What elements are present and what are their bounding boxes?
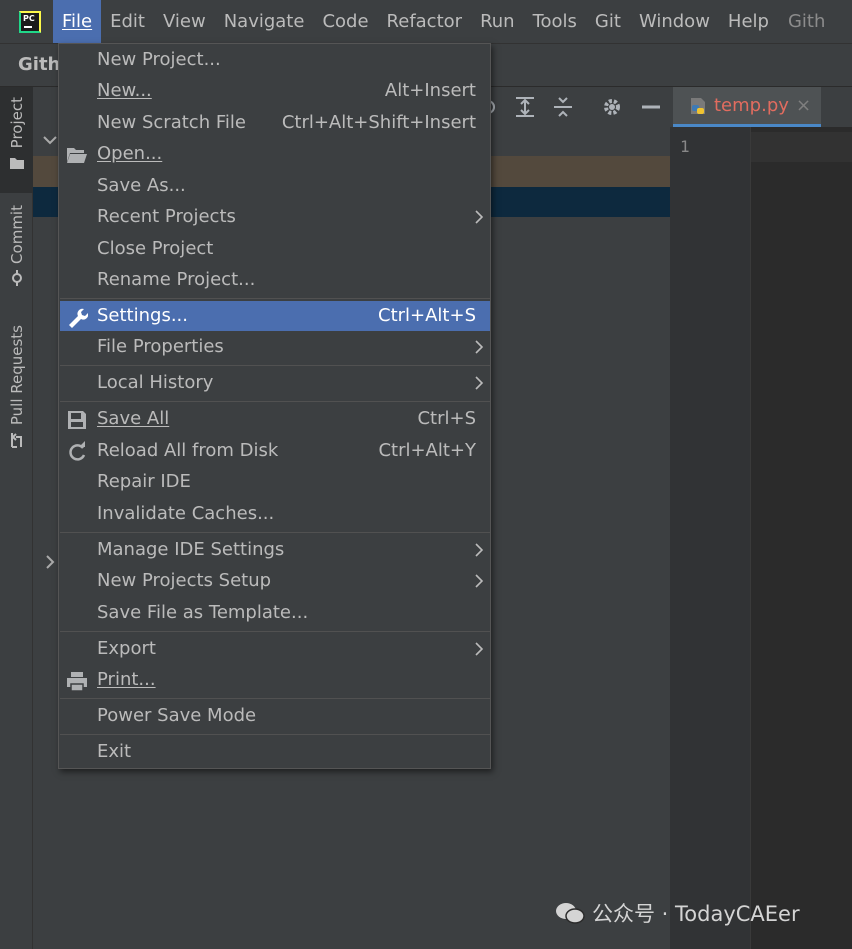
menu-separator bbox=[60, 401, 490, 402]
menu-item-print[interactable]: Print... bbox=[60, 665, 490, 695]
tab-label: temp.py bbox=[714, 95, 789, 116]
menu-item-repair-ide[interactable]: Repair IDE bbox=[60, 467, 490, 497]
submenu-arrow-icon bbox=[475, 210, 484, 224]
python-file-icon bbox=[691, 98, 705, 114]
commit-icon bbox=[11, 269, 22, 286]
tool-tab-commit[interactable]: Commit bbox=[0, 205, 33, 301]
expand-all-icon[interactable] bbox=[513, 95, 537, 119]
menu-item-file-properties[interactable]: File Properties bbox=[60, 332, 490, 362]
left-tool-strip: Project Commit Pull Requests bbox=[0, 87, 33, 949]
tool-tab-commit-label: Commit bbox=[7, 205, 26, 264]
menu-item-save-all[interactable]: Save All Ctrl+S bbox=[60, 404, 490, 434]
menu-item-save-as[interactable]: Save As... bbox=[60, 171, 490, 201]
menu-item-exit[interactable]: Exit bbox=[60, 737, 490, 767]
collapse-all-icon[interactable] bbox=[551, 95, 575, 119]
menu-separator bbox=[60, 734, 490, 735]
menu-item-rename-project[interactable]: Rename Project... bbox=[60, 265, 490, 295]
submenu-arrow-icon bbox=[475, 642, 484, 656]
save-icon bbox=[68, 411, 86, 429]
menu-item-close-project[interactable]: Close Project bbox=[60, 234, 490, 264]
watermark-text: 公众号 · TodayCAEer bbox=[592, 902, 800, 926]
gear-icon[interactable] bbox=[600, 95, 624, 119]
menu-code[interactable]: Code bbox=[313, 0, 377, 43]
menu-item-local-history[interactable]: Local History bbox=[60, 368, 490, 398]
tool-tab-project[interactable]: Project bbox=[0, 87, 33, 193]
submenu-arrow-icon bbox=[475, 574, 484, 588]
menu-item-new-scratch-file[interactable]: New Scratch File Ctrl+Alt+Shift+Insert bbox=[60, 108, 490, 138]
tool-tab-pull-requests-label: Pull Requests bbox=[7, 325, 26, 426]
chevron-down-icon[interactable] bbox=[43, 135, 57, 145]
editor-tab-bar: temp.py × bbox=[670, 87, 852, 127]
menu-separator bbox=[60, 532, 490, 533]
menu-item-invalidate-caches[interactable]: Invalidate Caches... bbox=[60, 499, 490, 529]
line-number: 1 bbox=[680, 137, 690, 156]
menu-help[interactable]: Help bbox=[719, 0, 778, 43]
wechat-icon bbox=[556, 903, 585, 924]
editor-gutter: 1 bbox=[670, 127, 750, 949]
minimize-icon[interactable] bbox=[639, 95, 663, 119]
menu-item-settings[interactable]: Settings... Ctrl+Alt+S bbox=[60, 301, 490, 331]
menu-item-recent-projects[interactable]: Recent Projects bbox=[60, 202, 490, 232]
printer-icon bbox=[67, 672, 87, 692]
menu-view[interactable]: View bbox=[154, 0, 215, 43]
file-menu-dropdown: New Project... New... Alt+Insert New Scr… bbox=[58, 43, 491, 769]
menu-file[interactable]: File bbox=[53, 0, 102, 43]
menu-window[interactable]: Window bbox=[630, 0, 719, 43]
menu-git[interactable]: Git bbox=[586, 0, 630, 43]
menu-refactor[interactable]: Refactor bbox=[378, 0, 472, 43]
menu-item-new-projects-setup[interactable]: New Projects Setup bbox=[60, 566, 490, 596]
menu-separator bbox=[60, 698, 490, 699]
tool-tab-pull-requests[interactable]: Pull Requests bbox=[0, 325, 33, 455]
menu-tools[interactable]: Tools bbox=[524, 0, 586, 43]
code-editor[interactable] bbox=[750, 127, 852, 949]
pycharm-logo-icon[interactable]: PC bbox=[19, 10, 41, 33]
close-icon[interactable]: × bbox=[796, 95, 811, 116]
menu-item-reload-all[interactable]: Reload All from Disk Ctrl+Alt+Y bbox=[60, 436, 490, 466]
window-title-fragment: Gith bbox=[787, 11, 826, 32]
menu-separator bbox=[60, 365, 490, 366]
menu-run[interactable]: Run bbox=[471, 0, 524, 43]
menu-item-save-file-as-template[interactable]: Save File as Template... bbox=[60, 598, 490, 628]
wrench-icon bbox=[69, 308, 88, 328]
menu-item-power-save-mode[interactable]: Power Save Mode bbox=[60, 701, 490, 731]
open-folder-icon bbox=[67, 148, 87, 163]
menu-separator bbox=[60, 298, 490, 299]
submenu-arrow-icon bbox=[475, 543, 484, 557]
tab-temp-py[interactable]: temp.py × bbox=[673, 87, 821, 127]
menu-navigate[interactable]: Navigate bbox=[215, 0, 314, 43]
menu-item-new-project[interactable]: New Project... bbox=[60, 45, 490, 75]
pull-request-icon bbox=[10, 433, 22, 449]
menu-item-new[interactable]: New... Alt+Insert bbox=[60, 76, 490, 106]
submenu-arrow-icon bbox=[475, 340, 484, 354]
menu-item-manage-ide-settings[interactable]: Manage IDE Settings bbox=[60, 535, 490, 565]
submenu-arrow-icon bbox=[475, 376, 484, 390]
folder-icon bbox=[9, 158, 24, 170]
chevron-right-icon[interactable] bbox=[45, 555, 55, 569]
menu-edit[interactable]: Edit bbox=[101, 0, 154, 43]
menu-item-export[interactable]: Export bbox=[60, 634, 490, 664]
menu-separator bbox=[60, 631, 490, 632]
caret-line bbox=[751, 132, 852, 162]
refresh-icon bbox=[69, 441, 86, 461]
tool-tab-project-label: Project bbox=[7, 97, 26, 149]
menu-item-open[interactable]: Open... bbox=[60, 139, 490, 169]
main-menubar: PC File Edit View Navigate Code Refactor… bbox=[0, 0, 852, 43]
